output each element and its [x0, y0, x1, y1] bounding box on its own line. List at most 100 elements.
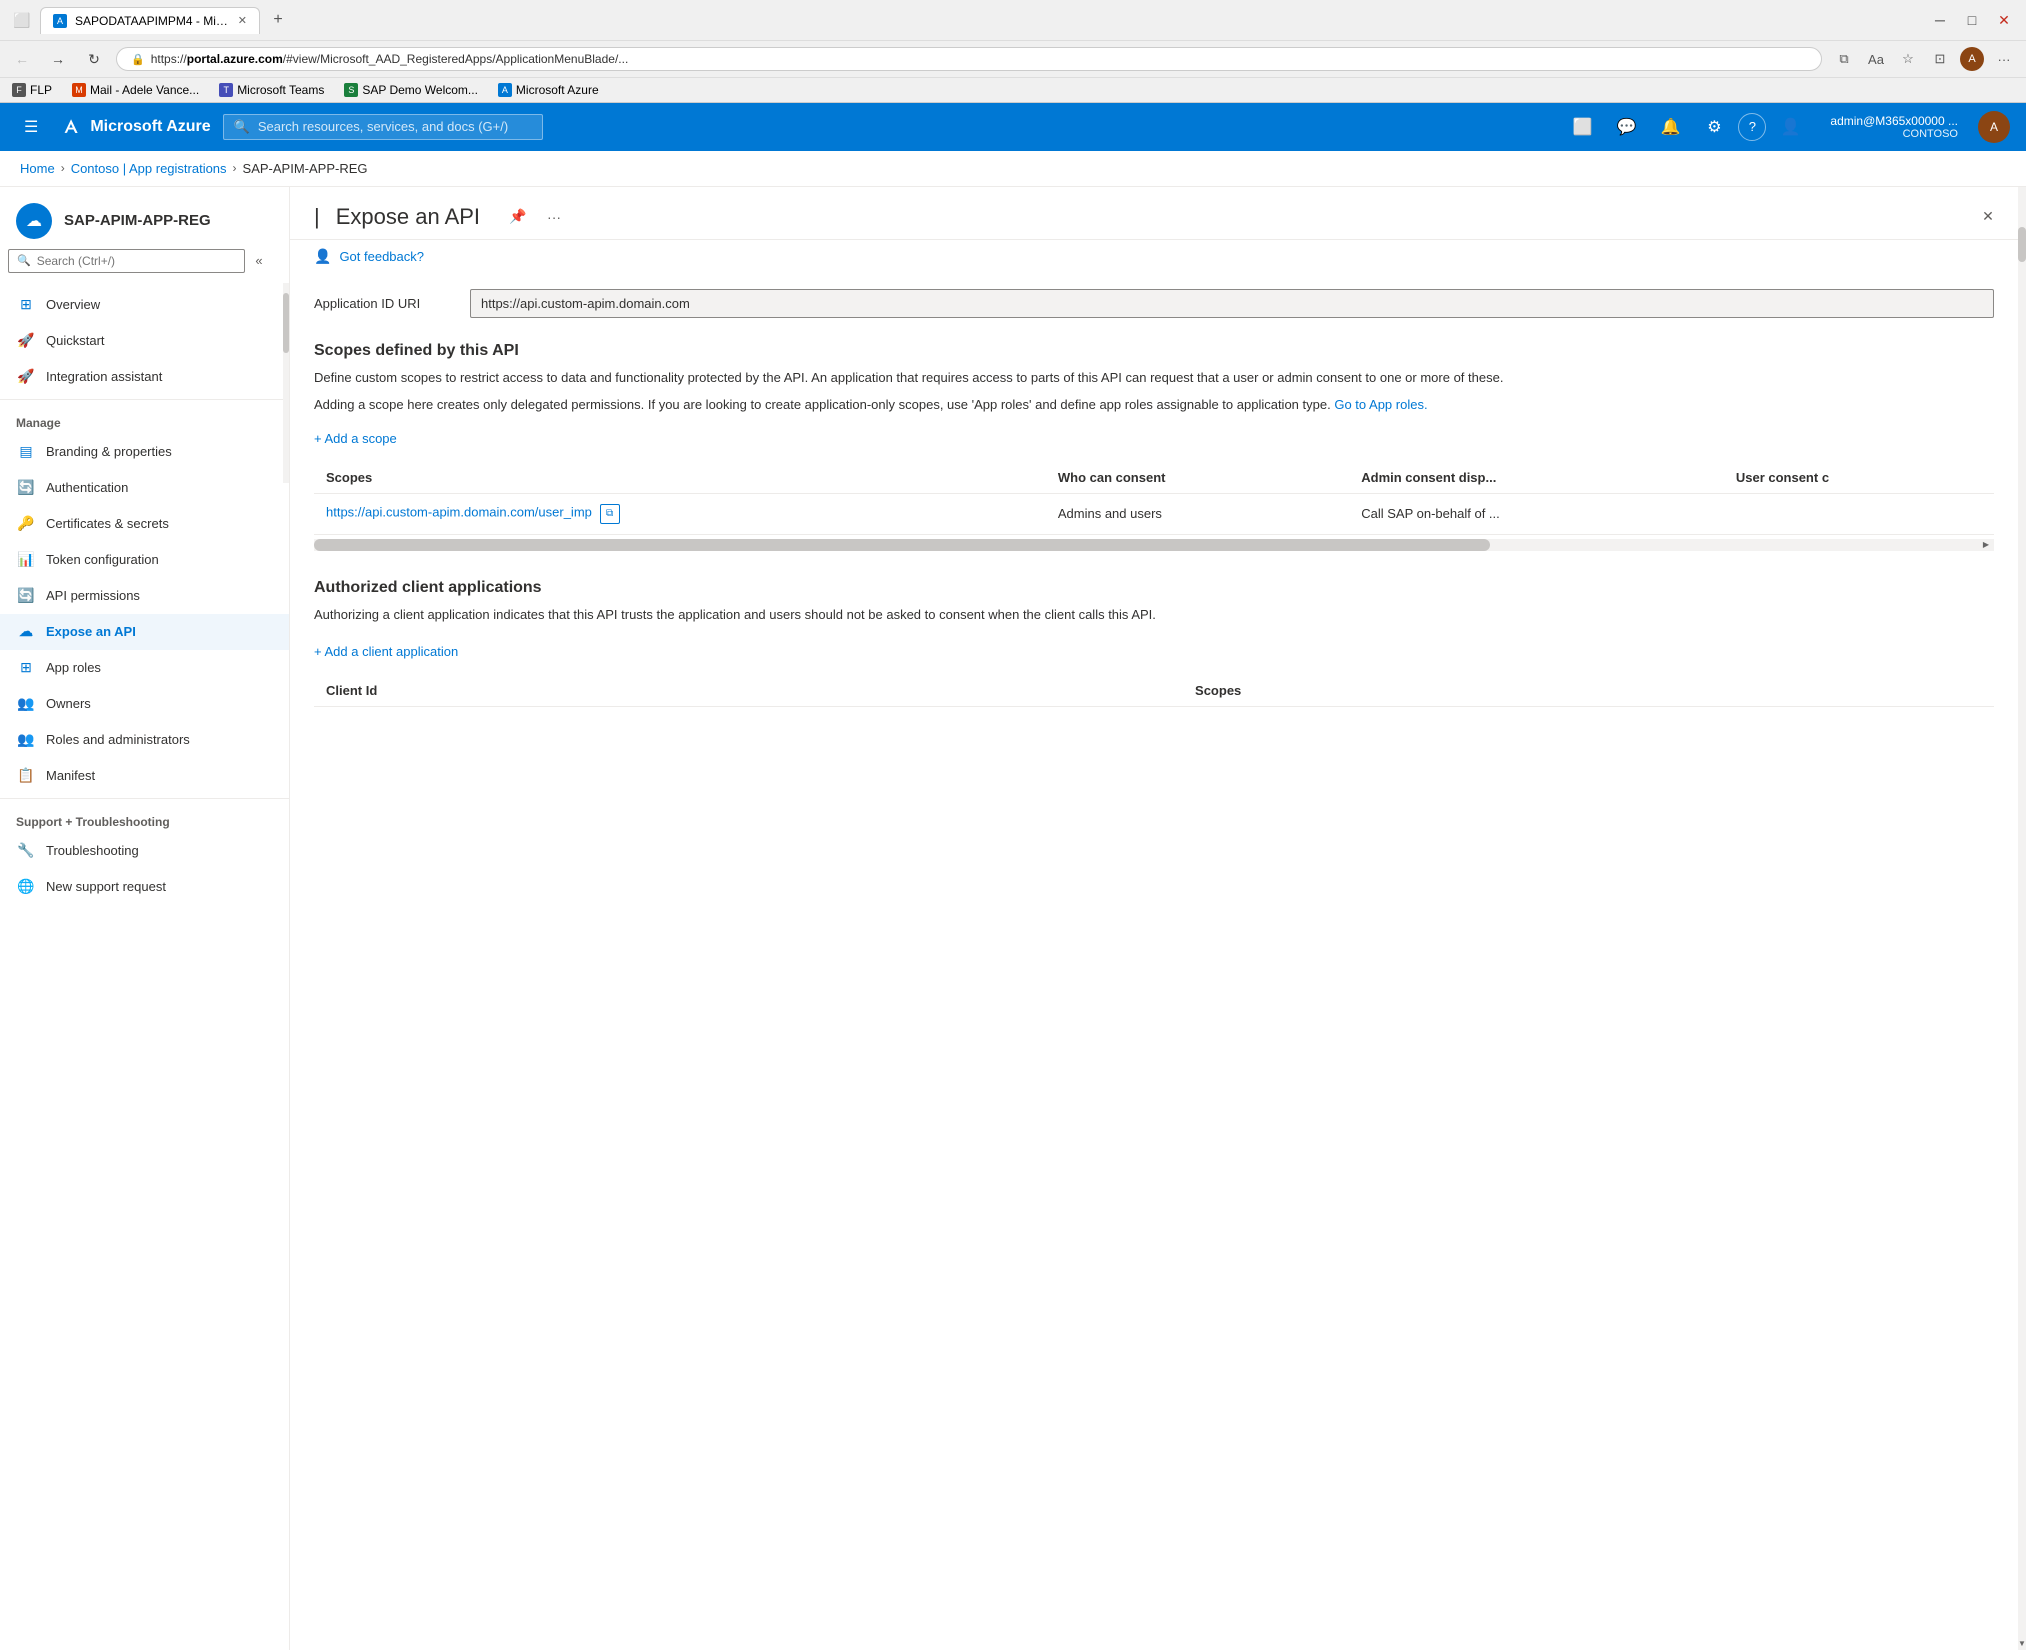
content-scrollbar[interactable]: ▼	[2018, 187, 2026, 1650]
table-row[interactable]: https://api.custom-apim.domain.com/user_…	[314, 493, 1994, 534]
app-id-uri-row: Application ID URI	[314, 289, 1994, 318]
forward-btn[interactable]: →	[44, 45, 72, 73]
sidebar-item-token[interactable]: 📊 Token configuration	[0, 542, 289, 578]
bookmark-flp[interactable]: F FLP	[8, 81, 56, 99]
breadcrumb-sep-1: ›	[61, 161, 65, 175]
sidebar-item-expose-api[interactable]: ☁ Expose an API	[0, 614, 289, 650]
expose-api-icon: ☁	[16, 622, 36, 642]
cloud-shell-btn[interactable]: ⬜	[1562, 107, 1602, 147]
sidebar-item-owners-label: Owners	[46, 696, 91, 711]
add-client-btn[interactable]: + Add a client application	[314, 636, 458, 667]
support-section-title: Support + Troubleshooting	[0, 803, 289, 833]
split-view-btn[interactable]: ⧉	[1830, 45, 1858, 73]
sidebar-search-box[interactable]: 🔍	[8, 249, 245, 273]
bookmark-sap[interactable]: S SAP Demo Welcom...	[340, 81, 482, 99]
bookmark-azure[interactable]: A Microsoft Azure	[494, 81, 603, 99]
maximize-btn[interactable]: □	[1958, 6, 1986, 34]
col-admin-consent: Admin consent disp...	[1349, 462, 1724, 494]
sidebar-item-overview[interactable]: ⊞ Overview	[0, 287, 289, 323]
notifications-btn[interactable]: 🔔	[1650, 107, 1690, 147]
header-user[interactable]: admin@M365x00000 ... CONTOSO	[1822, 114, 1966, 140]
sidebar-item-manifest[interactable]: 📋 Manifest	[0, 758, 289, 794]
certificates-icon: 🔑	[16, 514, 36, 534]
browser-toolbar: ← → ↻ 🔒 https://portal.azure.com/#view/M…	[0, 40, 2026, 77]
user-consent-cell	[1724, 493, 1994, 534]
overview-icon: ⊞	[16, 295, 36, 315]
bookmark-teams[interactable]: T Microsoft Teams	[215, 81, 328, 99]
hamburger-menu-btn[interactable]: ☰	[16, 109, 46, 145]
go-to-app-roles-link[interactable]: Go to App roles.	[1334, 397, 1427, 412]
admin-consent-cell: Call SAP on-behalf of ...	[1349, 493, 1724, 534]
close-panel-btn[interactable]: ✕	[1974, 203, 2002, 231]
bookmark-mail[interactable]: M Mail - Adele Vance...	[68, 81, 203, 99]
settings-btn[interactable]: ⚙	[1694, 107, 1734, 147]
sidebar-item-api-permissions[interactable]: 🔄 API permissions	[0, 578, 289, 614]
feedback-bar[interactable]: 👤 Got feedback?	[290, 240, 2026, 273]
help-btn[interactable]: ?	[1738, 113, 1766, 141]
lock-icon: 🔒	[131, 53, 145, 66]
feedback-btn[interactable]: 👤	[1770, 107, 1810, 147]
sidebar-item-troubleshooting[interactable]: 🔧 Troubleshooting	[0, 833, 289, 869]
address-bar[interactable]: 🔒 https://portal.azure.com/#view/Microso…	[116, 47, 1822, 71]
sidebar-item-quickstart[interactable]: 🚀 Quickstart	[0, 323, 289, 359]
breadcrumb: Home › Contoso | App registrations › SAP…	[0, 151, 2026, 187]
scope-url-link[interactable]: https://api.custom-apim.domain.com/user_…	[326, 504, 592, 519]
browser-tab[interactable]: A SAPODATAAPIMPM4 - Microsof... ✕	[40, 7, 260, 34]
sidebar-toggle-btn[interactable]: ⬜	[8, 6, 36, 34]
sidebar-item-roles-admins[interactable]: 👥 Roles and administrators	[0, 722, 289, 758]
menu-btn[interactable]: ···	[1990, 45, 2018, 73]
refresh-btn[interactable]: ↻	[80, 45, 108, 73]
scroll-down-arrow[interactable]: ▼	[2018, 1636, 2026, 1650]
azure-search-box[interactable]: 🔍	[223, 114, 543, 140]
header-avatar[interactable]: A	[1978, 111, 2010, 143]
minimize-btn[interactable]: ─	[1926, 6, 1954, 34]
table-horizontal-scrollbar[interactable]: ▶	[314, 539, 1994, 551]
sidebar-header: ☁ SAP-APIM-APP-REG	[0, 187, 289, 247]
sidebar-item-branding[interactable]: ▤ Branding & properties	[0, 434, 289, 470]
sidebar-item-app-roles-label: App roles	[46, 660, 101, 675]
sidebar-item-certificates[interactable]: 🔑 Certificates & secrets	[0, 506, 289, 542]
tab-close-btn[interactable]: ✕	[238, 14, 247, 27]
scope-url-cell[interactable]: https://api.custom-apim.domain.com/user_…	[314, 493, 1046, 534]
browser-chrome: ⬜ A SAPODATAAPIMPM4 - Microsof... ✕ + ─ …	[0, 0, 2026, 103]
sidebar-search-input[interactable]	[37, 254, 236, 268]
sidebar-item-new-support[interactable]: 🌐 New support request	[0, 869, 289, 905]
azure-search-input[interactable]	[258, 119, 532, 134]
new-tab-btn[interactable]: +	[264, 6, 292, 34]
table-scroll-arrow-right[interactable]: ▶	[1978, 539, 1994, 551]
who-can-consent-cell: Admins and users	[1046, 493, 1349, 534]
profile-avatar-btn[interactable]: A	[1958, 45, 1986, 73]
copilot-btn[interactable]: 💬	[1606, 107, 1646, 147]
sidebar-app-name: SAP-APIM-APP-REG	[64, 212, 211, 229]
header-icons: ⬜ 💬 🔔 ⚙ ? 👤	[1562, 107, 1810, 147]
quickstart-icon: 🚀	[16, 331, 36, 351]
window-close-btn[interactable]: ✕	[1990, 6, 2018, 34]
app-id-uri-input[interactable]	[470, 289, 1994, 318]
main-layout: ☁ SAP-APIM-APP-REG 🔍 «	[0, 187, 2026, 1650]
sidebar-collapse-btn[interactable]: «	[245, 247, 273, 275]
breadcrumb-home[interactable]: Home	[20, 161, 55, 176]
more-options-btn[interactable]: ···	[540, 203, 568, 231]
col-scopes-2: Scopes	[1183, 675, 1994, 707]
back-btn[interactable]: ←	[8, 45, 36, 73]
bookmark-mail-label: Mail - Adele Vance...	[90, 83, 199, 97]
add-scope-btn[interactable]: + Add a scope	[314, 423, 397, 454]
sidebar-nav: ⊞ Overview 🚀 Quickstart 🚀 Integration as…	[0, 283, 289, 1650]
bookmark-azure-label: Microsoft Azure	[516, 83, 599, 97]
sidebar-item-owners[interactable]: 👥 Owners	[0, 686, 289, 722]
sidebar-item-integration[interactable]: 🚀 Integration assistant	[0, 359, 289, 395]
search-icon: 🔍	[234, 119, 250, 135]
pin-btn[interactable]: 📌	[504, 203, 532, 231]
collections-btn[interactable]: ⊡	[1926, 45, 1954, 73]
sidebar-item-token-label: Token configuration	[46, 552, 159, 567]
read-mode-btn[interactable]: Aa	[1862, 45, 1890, 73]
sidebar-item-authentication[interactable]: 🔄 Authentication	[0, 470, 289, 506]
breadcrumb-app-registrations[interactable]: Contoso | App registrations	[71, 161, 227, 176]
integration-icon: 🚀	[16, 367, 36, 387]
copy-scope-btn[interactable]: ⧉	[600, 504, 620, 524]
col-scopes: Scopes	[314, 462, 1046, 494]
favorites-btn[interactable]: ☆	[1894, 45, 1922, 73]
troubleshooting-icon: 🔧	[16, 841, 36, 861]
feedback-icon: 👤	[314, 248, 331, 265]
sidebar-item-app-roles[interactable]: ⊞ App roles	[0, 650, 289, 686]
